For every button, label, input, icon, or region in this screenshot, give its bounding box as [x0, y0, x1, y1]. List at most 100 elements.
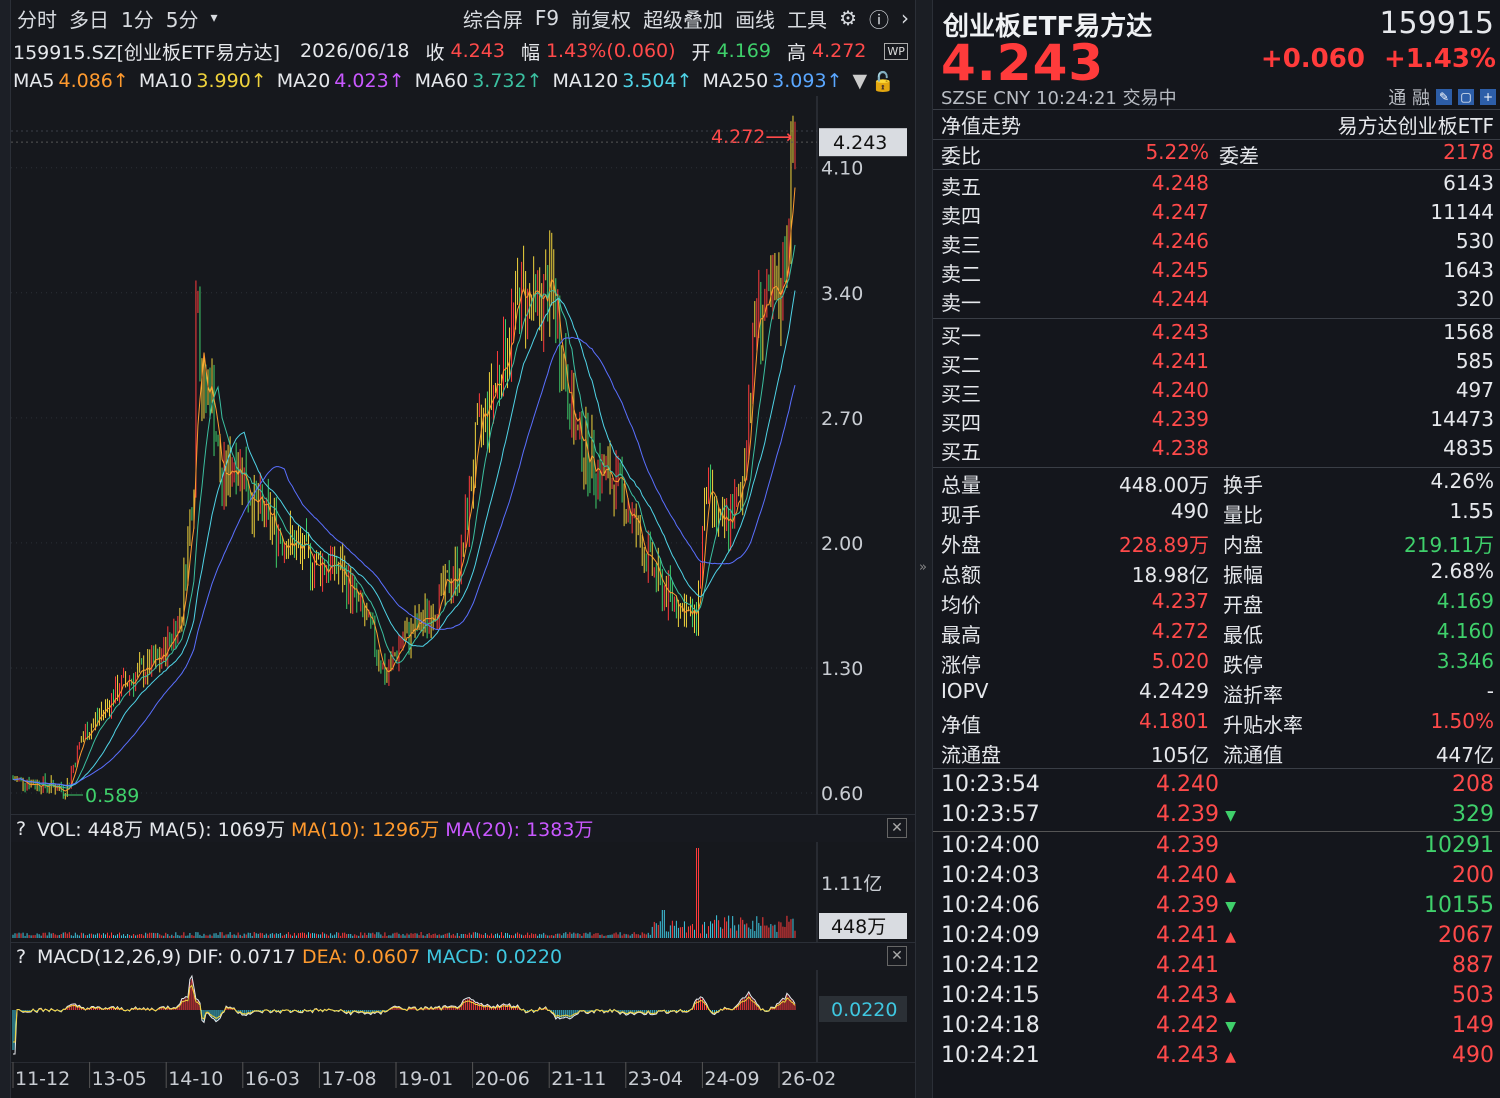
lock-icon[interactable]: 🔓 — [871, 70, 895, 93]
tick-row: 10:24:00 4.239 10291 — [941, 833, 1494, 862]
tick-time: 10:24:06 — [941, 893, 1040, 918]
tab-5min[interactable]: 5分 — [160, 4, 205, 33]
macd-close-icon[interactable]: ✕ — [887, 946, 907, 966]
stats-label: 溢折率 — [1223, 683, 1283, 707]
volume-close-icon[interactable]: ✕ — [887, 818, 907, 838]
collapse-arrow-icon[interactable]: » — [919, 560, 927, 575]
left-side-tabs[interactable] — [0, 0, 11, 1098]
tick-volume: 149 — [1452, 1013, 1494, 1038]
bid-label: 买三 — [941, 382, 981, 406]
x-axis-label: 16-03 — [245, 1068, 300, 1090]
stats-row: 净值 4.1801 升贴水率 1.50% — [941, 709, 1494, 738]
ma-dropdown-icon[interactable]: ▼ — [853, 70, 868, 92]
macd-help-icon[interactable]: ? — [11, 946, 31, 968]
price-tick-label: 4.10 — [821, 158, 863, 180]
window-icon[interactable]: ▢ — [1458, 89, 1474, 105]
ask-price: 4.245 — [1151, 258, 1209, 282]
tab-1min[interactable]: 1分 — [115, 4, 160, 33]
stats-value: 4.1801 — [1139, 709, 1209, 733]
tick-time: 10:24:09 — [941, 923, 1040, 948]
macd-chart[interactable]: 0.0220 — [11, 970, 915, 1062]
tick-volume: 503 — [1452, 983, 1494, 1008]
stats-row: 总额 18.98亿 振幅 2.68% — [941, 559, 1494, 588]
macd-label: MACD(12,26,9) — [37, 945, 182, 968]
ask-volume: 1643 — [1443, 258, 1494, 282]
tick-time: 10:24:18 — [941, 1013, 1040, 1038]
stats-value: 4.160 — [1436, 619, 1494, 643]
stats-value: 3.346 — [1436, 649, 1494, 673]
ask-row: 卖二 4.245 1643 — [941, 258, 1494, 287]
tick-row: 10:24:03 4.240 ▲ 200 — [941, 863, 1494, 892]
help-icon[interactable]: ⓘ — [863, 4, 895, 33]
tick-row: 10:23:57 4.239 ▼ 329 — [941, 802, 1494, 831]
tick-volume: 887 — [1452, 953, 1494, 978]
price-chart-bg — [11, 96, 915, 814]
date-label: 2026/06/18 — [300, 40, 410, 62]
wb-value: 5.22% — [1145, 140, 1209, 164]
volume-chart[interactable]: 1.11亿 448万 — [11, 842, 915, 942]
volume-ma10: MA(10): 1296万 — [291, 819, 440, 841]
forward-adjust-button[interactable]: 前复权 — [565, 4, 637, 33]
panel-divider[interactable]: » — [915, 0, 933, 1098]
period-dropdown-icon[interactable]: ▾ — [204, 10, 223, 26]
current-price-tag: 4.243 — [833, 132, 887, 154]
wp-badge-icon[interactable]: WP — [884, 42, 908, 60]
gear-icon[interactable]: ⚙ — [833, 6, 863, 30]
tick-price: 4.239 — [1156, 802, 1219, 827]
tab-multiday[interactable]: 多日 — [63, 4, 115, 33]
super-overlay-button[interactable]: 超级叠加 — [637, 4, 729, 33]
tick-time: 10:23:54 — [941, 772, 1040, 797]
volume-header: ? VOL: 448万 MA(5): 1069万 MA(10): 1296万 M… — [11, 814, 915, 842]
stats-label: 最高 — [941, 623, 981, 647]
composite-screen-button[interactable]: 综合屏 — [457, 4, 529, 33]
draw-line-button[interactable]: 画线 — [729, 4, 781, 33]
volume-help-icon[interactable]: ? — [11, 818, 31, 840]
add-icon[interactable]: + — [1480, 89, 1496, 105]
x-axis-label: 26-02 — [781, 1068, 836, 1090]
quote-header: 创业板ETF易方达 159915 4.243 +0.060 +1.43% SZS… — [933, 0, 1500, 110]
ma5-value: 4.086↑ — [58, 70, 129, 92]
bid-label: 买四 — [941, 411, 981, 435]
stats-value: 18.98亿 — [1131, 563, 1209, 587]
x-axis-label: 13-05 — [92, 1068, 147, 1090]
ask-row: 卖四 4.247 11144 — [941, 200, 1494, 229]
symbol-label: 159915.SZ[创业板ETF易方达] — [13, 41, 281, 64]
stats-label: 内盘 — [1223, 533, 1263, 557]
stats-value: 448.00万 — [1119, 473, 1209, 497]
tick-time: 10:24:03 — [941, 863, 1040, 888]
tick-arrow-icon: ▲ — [1225, 869, 1236, 885]
bid-price: 4.240 — [1151, 378, 1209, 402]
change-amount: +0.060 — [1260, 44, 1365, 74]
bid-volume: 497 — [1455, 378, 1494, 402]
tick-price: 4.239 — [1156, 893, 1219, 918]
price-tick-label: 2.70 — [821, 408, 863, 430]
volume-current-tag: 448万 — [831, 916, 886, 938]
ask-price: 4.248 — [1151, 171, 1209, 195]
ask-label: 卖四 — [941, 204, 981, 228]
price-chart[interactable]: 4.10 3.40 2.70 2.00 1.30 0.60 4.272⟶ 0.589 4.243 — [11, 96, 915, 814]
stats-value: 1.55 — [1449, 499, 1494, 523]
nav-trend-row[interactable]: 净值走势 易方达创业板ETF — [941, 110, 1494, 139]
ask-row: 卖一 4.244 320 — [941, 287, 1494, 316]
stats-row: 均价 4.237 开盘 4.169 — [941, 589, 1494, 618]
stats-label: 总额 — [941, 563, 981, 587]
stats-value: 447亿 — [1435, 743, 1494, 767]
bid-row: 买五 4.238 4835 — [941, 436, 1494, 465]
tools-button[interactable]: 工具 — [781, 4, 833, 33]
tab-intraday[interactable]: 分时 — [11, 4, 63, 33]
tick-arrow-icon: ▲ — [1225, 989, 1236, 1005]
stats-label: 量比 — [1223, 503, 1263, 527]
chevron-right-icon[interactable]: › — [895, 6, 915, 30]
stats-row: 总量 448.00万 换手 4.26% — [941, 469, 1494, 498]
close-value: 4.243 — [450, 40, 505, 62]
stats-label: 振幅 — [1223, 563, 1263, 587]
tick-row: 10:24:21 4.243 ▲ 490 — [941, 1043, 1494, 1072]
stats-label: 现手 — [941, 503, 981, 527]
edit-icon[interactable]: ✎ — [1436, 89, 1452, 105]
f9-button[interactable]: F9 — [529, 6, 565, 30]
stats-value: 490 — [1170, 499, 1209, 523]
price-tick-label: 1.30 — [821, 658, 863, 680]
margin-label[interactable]: 通 融 — [1388, 84, 1430, 110]
stats-label: 总量 — [941, 473, 981, 497]
stats-label: 换手 — [1223, 473, 1263, 497]
